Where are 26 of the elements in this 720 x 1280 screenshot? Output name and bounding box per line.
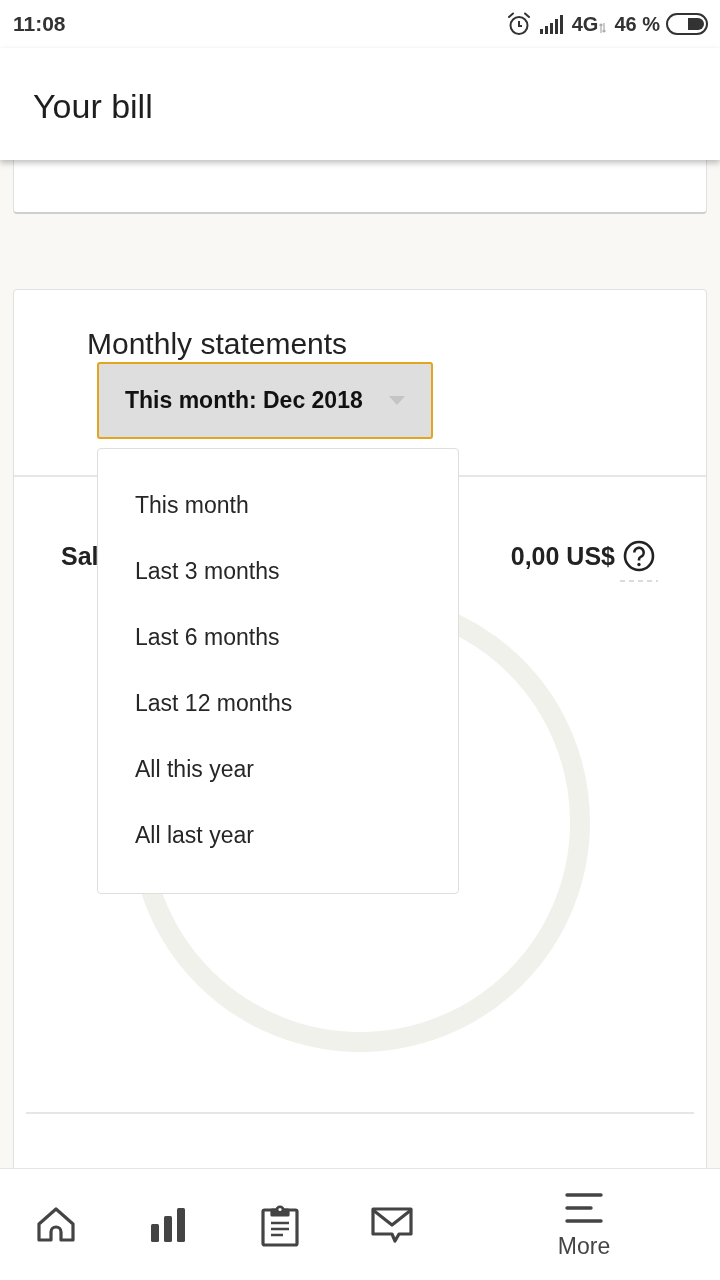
menu-option[interactable]: Last 3 months xyxy=(98,538,458,604)
menu-option[interactable]: All last year xyxy=(98,802,458,868)
battery-icon xyxy=(666,13,708,35)
battery-percent: 46 % xyxy=(614,12,660,36)
alarm-clock-icon xyxy=(506,12,531,36)
balance-label: Sal xyxy=(61,541,99,572)
envelope-icon xyxy=(371,1205,413,1244)
menu-option[interactable]: This month xyxy=(98,472,458,538)
menu-option[interactable]: All this year xyxy=(98,736,458,802)
menu-option[interactable]: Last 12 months xyxy=(98,670,458,736)
clock-time: 11:08 xyxy=(13,12,66,36)
balance-amount: 0,00 US$ xyxy=(510,541,615,572)
help-icon[interactable] xyxy=(620,540,658,582)
section-title: Monthly statements xyxy=(87,326,349,362)
more-button[interactable]: More xyxy=(448,1169,720,1280)
bar-chart-icon xyxy=(151,1207,185,1242)
menu-icon xyxy=(565,1193,603,1223)
page-title: Your bill xyxy=(33,85,153,126)
signal-icon xyxy=(539,14,566,34)
menu-option[interactable]: Last 6 months xyxy=(98,604,458,670)
network-type: 4G xyxy=(571,12,599,36)
period-dropdown[interactable]: This month: Dec 2018 xyxy=(97,362,433,439)
data-arrows-icon xyxy=(599,23,607,33)
home-icon xyxy=(36,1204,76,1245)
clipboard-icon xyxy=(261,1202,299,1247)
caret-icon xyxy=(389,396,405,405)
